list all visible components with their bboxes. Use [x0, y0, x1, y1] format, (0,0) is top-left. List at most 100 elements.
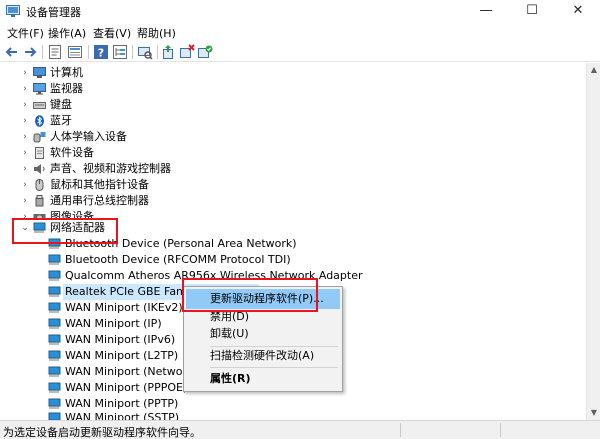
network-adapter-icon — [48, 382, 61, 393]
minimize-button[interactable]: — — [463, 0, 509, 22]
toolbar: ? — [0, 42, 600, 62]
tree-item-imaging[interactable]: › 图像设备 — [0, 209, 586, 219]
status-text: 为选定设备启动更新驱动程序软件向导。 — [3, 426, 201, 439]
tree-item-label: WAN Miniport (PPPOE) — [65, 381, 188, 394]
device-manager-icon — [6, 5, 20, 17]
menu-uninstall[interactable]: 卸载(U) — [186, 324, 340, 344]
status-bar: 为选定设备启动更新驱动程序软件向导。 — [0, 420, 600, 439]
tree-item-label: 计算机 — [50, 66, 83, 79]
expand-arrow-icon[interactable]: › — [20, 193, 30, 209]
tree-item-label: WAN Miniport (IP) — [65, 317, 162, 330]
tree-item-network-adapters[interactable]: ⌄ 网络适配器 — [0, 220, 586, 236]
menu-separator — [210, 367, 338, 368]
status-separator — [500, 423, 501, 437]
window-title: 设备管理器 — [26, 6, 81, 19]
tree-item-adapter[interactable]: Bluetooth Device (RFCOMM Protocol TDI) — [0, 252, 586, 268]
tree-item-computer[interactable]: › 计算机 — [0, 65, 586, 81]
tree-item-adapter[interactable]: WAN Miniport (SSTP) — [0, 402, 586, 420]
collapse-arrow-icon[interactable]: ⌄ — [20, 220, 30, 236]
network-adapter-icon — [48, 366, 61, 377]
menu-scan-hardware[interactable]: 扫描检测硬件改动(A) — [186, 346, 340, 366]
update-driver-icon[interactable] — [160, 44, 176, 60]
expand-arrow-icon[interactable]: › — [20, 129, 30, 145]
maximize-button[interactable]: ☐ — [509, 0, 555, 22]
vertical-scrollbar[interactable]: ▲ ▼ — [586, 63, 600, 420]
help-icon[interactable]: ? — [93, 44, 109, 60]
properties-sheet-icon[interactable] — [47, 44, 63, 60]
expand-arrow-icon[interactable]: › — [20, 97, 30, 113]
computer-icon — [33, 67, 46, 78]
network-adapter-icon — [48, 270, 61, 281]
tree-item-mouse[interactable]: › 鼠标和其他指针设备 — [0, 177, 586, 193]
monitor-icon — [33, 83, 46, 95]
tree-item-label: 人体学输入设备 — [50, 130, 127, 143]
tree-item-label: 软件设备 — [50, 146, 94, 159]
expand-arrow-icon[interactable]: › — [20, 209, 30, 219]
tree-item-adapter[interactable]: Bluetooth Device (Personal Area Network) — [0, 236, 586, 252]
expand-arrow-icon[interactable]: › — [20, 145, 30, 161]
expand-arrow-icon[interactable]: › — [20, 177, 30, 193]
keyboard-icon — [33, 102, 46, 109]
menu-help[interactable]: 帮助(H) — [137, 25, 176, 41]
hid-icon — [33, 132, 46, 143]
tree-item-label: WAN Miniport (SSTP) — [65, 411, 180, 420]
camera-icon — [33, 214, 46, 219]
network-adapter-icon — [48, 302, 61, 313]
list-icon[interactable] — [67, 44, 83, 60]
tree-item-usb[interactable]: › 通用串行总线控制器 — [0, 193, 586, 209]
usb-icon — [35, 195, 44, 207]
uninstall-icon[interactable] — [179, 44, 195, 60]
expand-arrow-icon[interactable]: › — [20, 65, 30, 81]
svg-text:?: ? — [98, 47, 104, 60]
network-adapter-icon — [33, 222, 46, 233]
tree-item-label: WAN Miniport (IKEv2) — [65, 301, 183, 314]
expand-arrow-icon[interactable]: › — [20, 113, 30, 129]
scroll-down-arrow-icon[interactable]: ▼ — [587, 406, 600, 420]
tree-item-label: 声音、视频和游戏控制器 — [50, 162, 171, 175]
tree-item-label: 图像设备 — [50, 210, 94, 219]
menu-action[interactable]: 操作(A) — [48, 25, 86, 41]
menu-file[interactable]: 文件(F) — [7, 25, 44, 41]
tree-item-bluetooth[interactable]: › 蓝牙 — [0, 113, 586, 129]
scan-icon[interactable] — [137, 44, 153, 60]
scroll-up-arrow-icon[interactable]: ▲ — [587, 63, 600, 77]
network-adapter-icon — [48, 318, 61, 329]
tree-item-sound[interactable]: › 声音、视频和游戏控制器 — [0, 161, 586, 177]
context-menu: 更新驱动程序软件(P)... 禁用(D) 卸载(U) 扫描检测硬件改动(A) 属… — [183, 286, 343, 392]
tree-item-label: 通用串行总线控制器 — [50, 194, 149, 207]
network-adapter-icon — [48, 286, 61, 297]
tree-item-label: 鼠标和其他指针设备 — [50, 178, 149, 191]
tree-item-monitor[interactable]: › 监视器 — [0, 81, 586, 97]
tree-item-hid[interactable]: › 人体学输入设备 — [0, 129, 586, 145]
tree-item-label: Qualcomm Atheros AR956x Wireless Network… — [65, 269, 363, 282]
tree-item-label: WAN Miniport (L2TP) — [65, 349, 179, 362]
tree-item-keyboard[interactable]: › 键盘 — [0, 97, 586, 113]
status-separator — [400, 423, 401, 437]
back-icon[interactable] — [4, 44, 20, 60]
tree-item-label: 蓝牙 — [50, 114, 72, 127]
software-device-icon — [35, 147, 44, 159]
menu-update-driver[interactable]: 更新驱动程序软件(P)... — [186, 289, 340, 309]
close-button[interactable]: ✕ — [555, 0, 600, 22]
tree-item-label: 网络适配器 — [50, 221, 105, 234]
toolbar-separator — [157, 45, 158, 59]
toolbar-separator — [132, 45, 133, 59]
bluetooth-icon — [35, 115, 44, 127]
speaker-icon — [34, 164, 45, 174]
expand-arrow-icon[interactable]: › — [20, 161, 30, 177]
menu-view[interactable]: 查看(V) — [93, 25, 131, 41]
expand-arrow-icon[interactable]: › — [20, 81, 30, 97]
tree-item-software-device[interactable]: › 软件设备 — [0, 145, 586, 161]
toolbar-separator — [42, 45, 43, 59]
network-adapter-icon — [48, 254, 61, 265]
forward-icon[interactable] — [22, 44, 38, 60]
menu-properties[interactable]: 属性(R) — [186, 369, 340, 389]
tree-item-label: 键盘 — [50, 98, 72, 111]
tree-item-adapter[interactable]: Qualcomm Atheros AR956x Wireless Network… — [0, 268, 586, 284]
enable-device-icon[interactable] — [197, 44, 213, 60]
network-adapter-icon — [48, 412, 61, 420]
network-adapter-icon — [48, 350, 61, 361]
tree-item-label: 监视器 — [50, 82, 83, 95]
network-adapter-icon — [48, 334, 61, 345]
tree-view-icon[interactable] — [112, 44, 128, 60]
